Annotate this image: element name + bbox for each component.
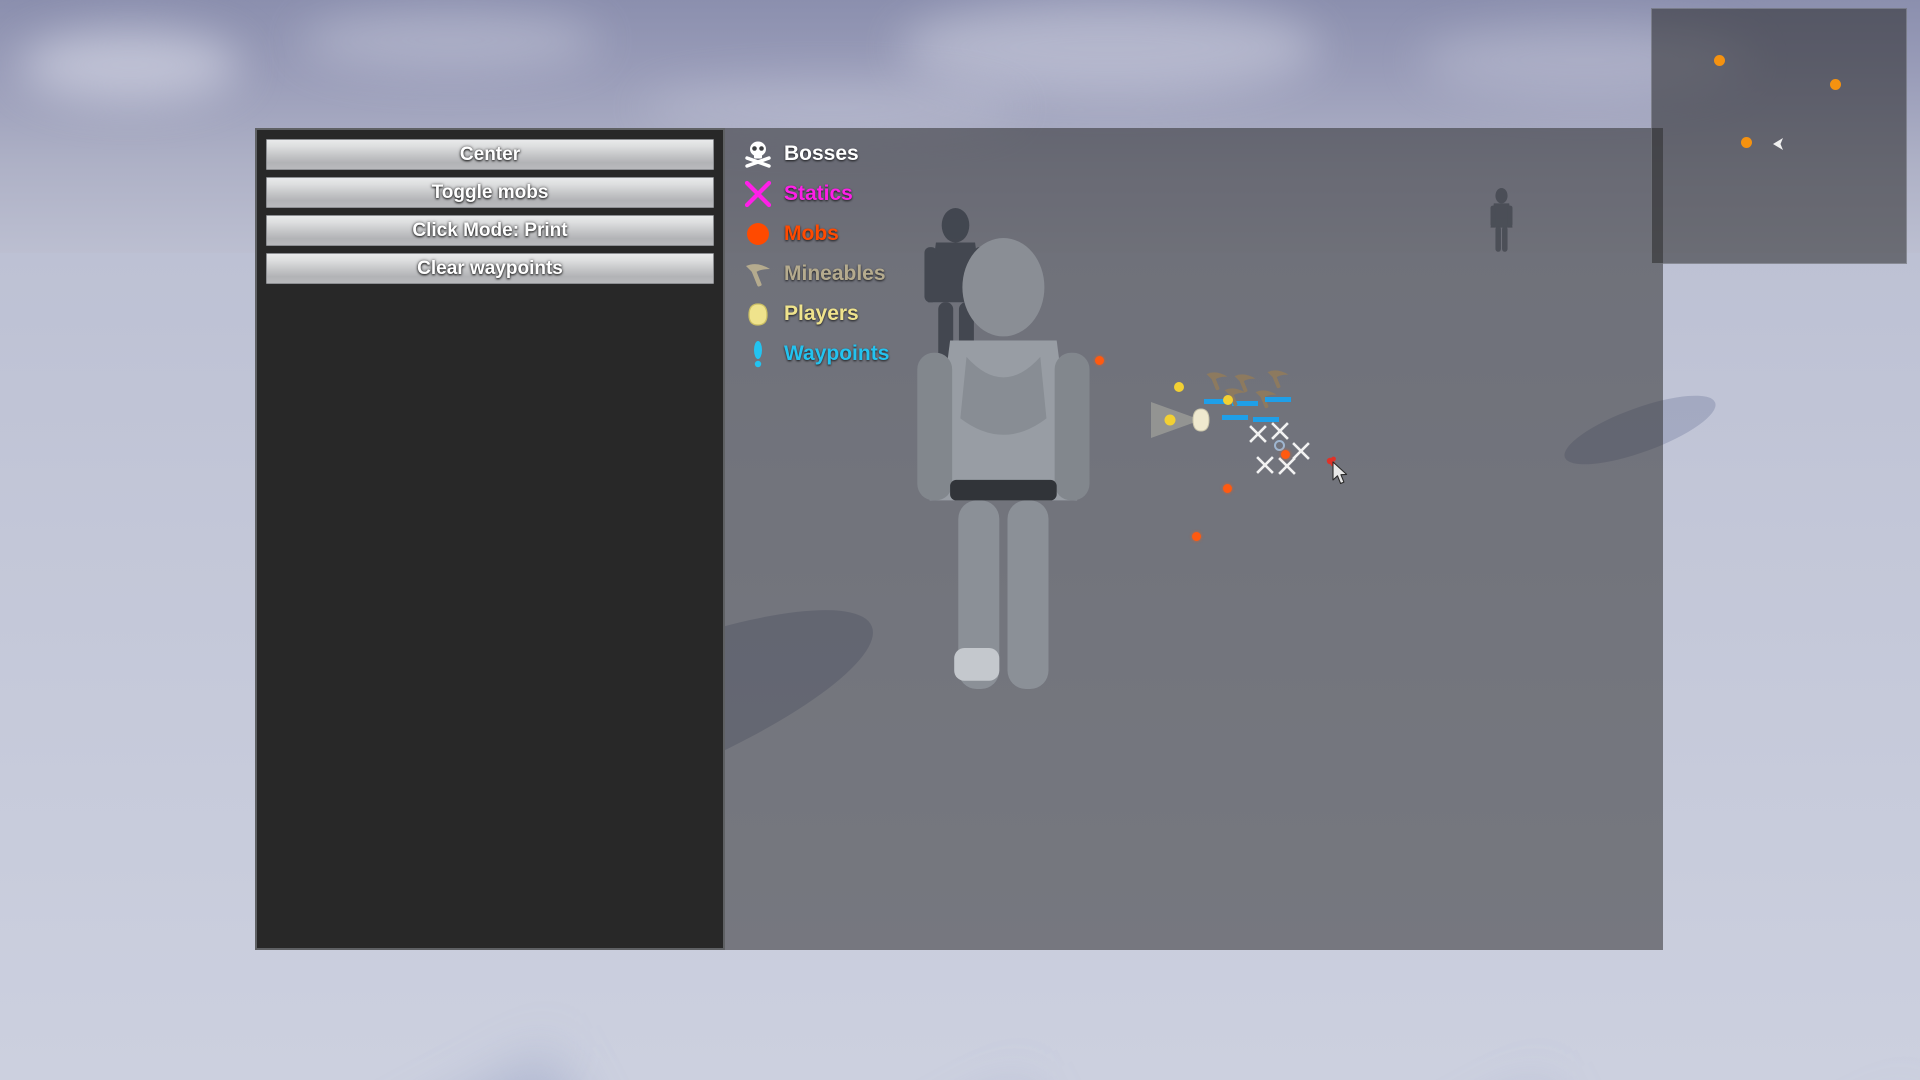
control-button-stack: Center Toggle mobs Click Mode: Print Cle…: [257, 130, 723, 284]
toggle-mobs-button[interactable]: Toggle mobs: [266, 177, 714, 208]
legend-row-statics[interactable]: Statics: [741, 174, 981, 214]
pickaxe-icon: [741, 257, 775, 291]
center-button[interactable]: Center: [266, 139, 714, 170]
minimap-mob-dot: [1714, 55, 1725, 66]
legend-row-mineables[interactable]: Mineables: [741, 254, 981, 294]
control-panel: Center Toggle mobs Click Mode: Print Cle…: [255, 128, 725, 950]
game-window: Center Toggle mobs Click Mode: Print Cle…: [0, 0, 1920, 1080]
legend-label-bosses: Bosses: [784, 142, 859, 165]
legend-row-waypoints[interactable]: Waypoints: [741, 334, 981, 374]
waypoint-pin-icon: [741, 337, 775, 371]
minimap-mob-dot: [1830, 79, 1841, 90]
legend-label-mineables: Mineables: [784, 262, 886, 285]
mouse-cursor: [1332, 461, 1350, 487]
legend-label-statics: Statics: [784, 182, 853, 205]
cursor-arrow-icon: [1332, 461, 1348, 485]
minimap-mob-dot: [1741, 137, 1752, 148]
minimap-player-arrow-icon: [1773, 138, 1783, 150]
legend-row-players[interactable]: Players: [741, 294, 981, 334]
legend-row-mobs[interactable]: Mobs: [741, 214, 981, 254]
minimap[interactable]: [1651, 8, 1907, 264]
map-overlay-window: Center Toggle mobs Click Mode: Print Cle…: [255, 128, 1663, 950]
legend-row-bosses[interactable]: Bosses: [741, 134, 981, 174]
map-legend: Bosses Statics Mobs Mineables Players Wa…: [741, 134, 981, 374]
clear-waypoints-button[interactable]: Clear waypoints: [266, 253, 714, 284]
click-mode-button[interactable]: Click Mode: Print: [266, 215, 714, 246]
player-shield-icon: [741, 297, 775, 331]
legend-label-mobs: Mobs: [784, 222, 839, 245]
legend-label-waypoints: Waypoints: [784, 342, 890, 365]
filled-circle-icon: [741, 217, 775, 251]
legend-label-players: Players: [784, 302, 859, 325]
map-view[interactable]: Bosses Statics Mobs Mineables Players Wa…: [725, 128, 1663, 950]
x-cross-icon: [741, 177, 775, 211]
skull-crossbones-icon: [741, 137, 775, 171]
